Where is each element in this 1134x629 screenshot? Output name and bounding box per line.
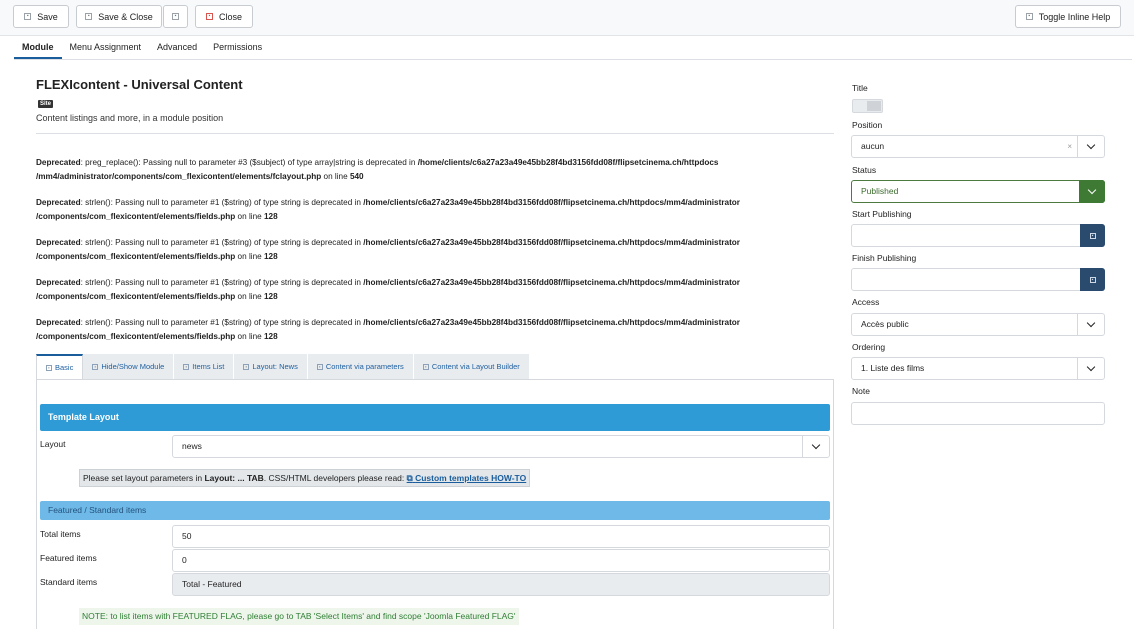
ordering-value: 1. Liste des films (861, 363, 925, 373)
tab-icon: ▪ (46, 364, 52, 371)
subtab-basic[interactable]: ▪ Basic (36, 354, 84, 379)
featured-items-input[interactable]: 0 (172, 549, 830, 572)
featured-flag-note: NOTE: to list items with FEATURED FLAG, … (79, 608, 519, 625)
external-link-icon: ⧉ (406, 473, 413, 483)
save-close-icon: ▪ (85, 13, 93, 20)
subtab-layout-news[interactable]: ▪ Layout: News (234, 354, 308, 379)
tab-advanced[interactable]: Advanced (149, 37, 205, 59)
chevron-down-icon (1077, 358, 1104, 379)
save-label: Save (37, 11, 58, 22)
total-items-label: Total items (40, 529, 81, 539)
title-toggle[interactable] (852, 99, 883, 113)
help-icon: ▪ (1025, 13, 1033, 20)
status-label: Status (852, 165, 877, 175)
close-icon: ▪ (205, 13, 213, 20)
subtab-content-via-layout-builder[interactable]: ▪ Content via Layout Builder (413, 354, 530, 379)
tab-icon: ▪ (422, 363, 429, 370)
access-value: Accès public (861, 319, 909, 329)
featured-items-label: Featured items (40, 553, 97, 563)
deprecation-message: Deprecated: preg_replace(): Passing null… (36, 158, 719, 181)
subtab-items-list[interactable]: ▪ Items List (174, 354, 235, 379)
tab-icon: ▪ (243, 363, 250, 370)
standard-items-label: Standard items (40, 577, 98, 587)
position-label: Position (852, 120, 883, 130)
tab-module[interactable]: Module (14, 37, 62, 59)
tabs-divider (14, 59, 1132, 60)
layout-select[interactable]: news (172, 435, 830, 458)
subtab-content-via-parameters[interactable]: ▪ Content via parameters (307, 354, 414, 379)
calendar-icon[interactable]: ▪ (1080, 224, 1105, 247)
toolbar: ▪ Save ▪ Save & Close ▪ ▪ Close ▪ Toggle… (0, 0, 1134, 36)
ordering-select[interactable]: 1. Liste des films (851, 357, 1105, 380)
chevron-down-icon (1077, 136, 1104, 157)
close-label: Close (218, 11, 242, 22)
module-description: Content listings and more, in a module p… (36, 113, 224, 123)
chevron-down-icon (802, 436, 829, 457)
save-options-button[interactable]: ▪ (163, 5, 188, 28)
deprecation-message: Deprecated: strlen(): Passing null to pa… (36, 278, 740, 301)
tab-permissions[interactable]: Permissions (205, 37, 270, 59)
standard-items-field: Total - Featured (172, 573, 830, 596)
deprecation-message: Deprecated: strlen(): Passing null to pa… (36, 318, 740, 341)
title-label: Title (852, 83, 868, 93)
featured-standard-header: Featured / Standard items (40, 501, 830, 520)
module-title: FLEXIcontent - Universal Content (36, 77, 243, 92)
chevron-down-icon (1079, 180, 1105, 203)
layout-value: news (182, 441, 202, 451)
module-subtabs: ▪ Basic ▪ Hide/Show Module ▪ Items List ▪ La… (36, 354, 530, 379)
custom-templates-link[interactable]: ⧉ Custom templates HOW-TO (407, 473, 527, 483)
divider (36, 133, 834, 134)
chevron-down-icon (1077, 314, 1104, 335)
position-value: aucun (861, 141, 885, 151)
tab-menu-assignment[interactable]: Menu Assignment (62, 37, 150, 59)
save-close-button[interactable]: ▪ Save & Close (76, 5, 162, 28)
calendar-icon[interactable]: ▪ (1080, 268, 1105, 291)
note-input[interactable] (851, 402, 1105, 425)
position-select[interactable]: aucun × (851, 135, 1105, 158)
start-publishing-label: Start Publishing (852, 209, 912, 219)
layout-note: Please set layout parameters in Layout: … (79, 469, 531, 487)
save-close-label: Save & Close (98, 11, 153, 22)
main-tabs: Module Menu Assignment Advanced Permissi… (14, 37, 270, 59)
save-icon: ▪ (24, 13, 32, 20)
toggle-help-label: Toggle Inline Help (1038, 11, 1111, 22)
tab-icon: ▪ (183, 363, 190, 370)
ordering-label: Ordering (852, 342, 886, 352)
status-select[interactable]: Published (851, 180, 1105, 203)
start-publishing-input[interactable]: ▪ (851, 224, 1105, 247)
template-layout-header: Template Layout (40, 404, 830, 431)
note-label: Note (852, 386, 870, 396)
tab-icon: ▪ (316, 363, 323, 370)
subtab-hide-show-module[interactable]: ▪ Hide/Show Module (83, 354, 175, 379)
clear-icon[interactable]: × (1067, 136, 1072, 157)
deprecation-message: Deprecated: strlen(): Passing null to pa… (36, 238, 740, 261)
status-value: Published (861, 186, 899, 196)
save-button[interactable]: ▪ Save (13, 5, 69, 28)
tab-icon: ▪ (92, 363, 99, 370)
finish-publishing-label: Finish Publishing (852, 253, 917, 263)
layout-label: Layout (40, 439, 66, 449)
finish-publishing-input[interactable]: ▪ (851, 268, 1105, 291)
access-label: Access (852, 297, 880, 307)
site-badge: Site (38, 100, 54, 108)
deprecation-message: Deprecated: strlen(): Passing null to pa… (36, 198, 740, 221)
dropdown-icon: ▪ (172, 13, 179, 20)
close-button[interactable]: ▪ Close (195, 5, 253, 28)
toggle-inline-help-button[interactable]: ▪ Toggle Inline Help (1015, 5, 1121, 28)
total-items-input[interactable]: 50 (172, 525, 830, 548)
access-select[interactable]: Accès public (851, 313, 1105, 336)
